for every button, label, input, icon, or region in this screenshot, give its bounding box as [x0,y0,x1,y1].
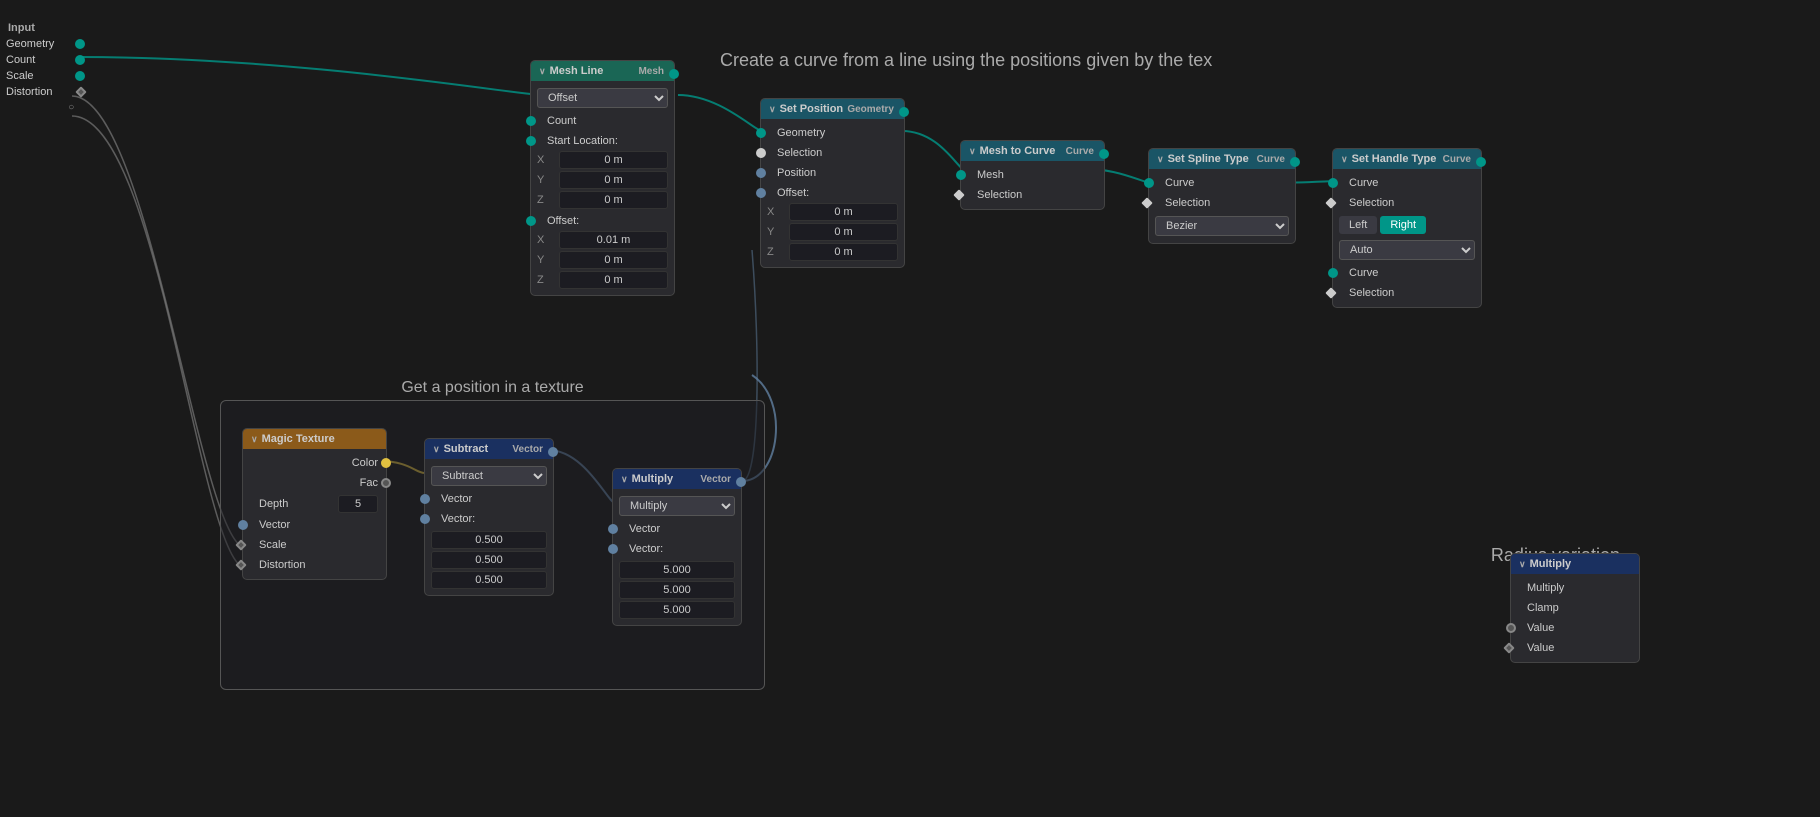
mul-z-field[interactable]: 5.000 [619,601,735,619]
mul-x-field[interactable]: 5.000 [619,561,735,579]
off-y-field[interactable]: 0 m [559,251,668,269]
subtract-dropdown[interactable]: Subtract [431,466,547,486]
spline-type-dropdown[interactable]: Bezier [1155,216,1289,236]
group-box-label: Get a position in a texture [401,379,583,397]
set-position-node: ∨ Set Position Geometry Geometry Selecti… [760,98,905,268]
sp-y-field[interactable]: 0 m [789,223,898,241]
sp-z-field[interactable]: 0 m [789,243,898,261]
subtract-node: ∨ Subtract Vector Subtract Vector Vector… [424,438,554,596]
offset-label-row: Offset: [531,211,674,231]
set-spline-header: ∨ Set Spline Type Curve [1149,149,1295,169]
sl-y-field[interactable]: 0 m [559,171,668,189]
multiply-header: ∨ Multiply Vector [613,469,741,489]
top-comment: Create a curve from a line using the pos… [720,50,1212,71]
off-x-field[interactable]: 0.01 m [559,231,668,249]
mesh-line-out-socket [669,69,679,79]
multiply-right-node: ∨ Multiply Multiply Clamp Value Value [1510,553,1640,663]
scale-out-socket [75,71,85,81]
multiply-dropdown[interactable]: Multiply [619,496,735,516]
off-z-field[interactable]: 0 m [559,271,668,289]
mesh-line-header: ∨ Mesh Line Mesh [531,61,674,81]
set-pos-out-socket [899,107,909,117]
start-location-label-row: Start Location: [531,131,674,151]
color-out-socket [381,458,391,468]
handle-right-button[interactable]: Right [1380,216,1426,234]
subtract-out-socket [548,447,558,457]
mesh-to-curve-node: ∨ Mesh to Curve Curve Mesh Selection [960,140,1105,210]
sp-x-field[interactable]: 0 m [789,203,898,221]
depth-field[interactable]: 5 [338,495,378,513]
magic-texture-node: ∨ Magic Texture Color Fac Depth 5 Vector… [242,428,387,580]
multiply-node: ∨ Multiply Vector Multiply Vector Vector… [612,468,742,626]
multiply-right-header: ∨ Multiply [1511,554,1639,574]
mesh-line-count-row: Count [531,111,674,131]
fac-out-socket [381,478,391,488]
handle-out-socket [1476,157,1486,167]
handle-left-button[interactable]: Left [1339,216,1377,234]
magic-header: ∨ Magic Texture [243,429,386,449]
input-geometry-row: Geometry [0,36,80,52]
multiply-out-socket [736,477,746,487]
sub-y-field[interactable]: 0.500 [431,551,547,569]
handle-type-dropdown[interactable]: Auto [1339,240,1475,260]
mesh-line-node: ∨ Mesh Line Mesh Offset Count Start Loca… [530,60,675,296]
set-handle-header: ∨ Set Handle Type Curve [1333,149,1481,169]
sl-x-field[interactable]: 0 m [559,151,668,169]
set-spline-type-node: ∨ Set Spline Type Curve Curve Selection … [1148,148,1296,244]
sub-z-field[interactable]: 0.500 [431,571,547,589]
sl-z-field[interactable]: 0 m [559,191,668,209]
spline-out-socket [1290,157,1300,167]
m2c-out-socket [1099,149,1109,159]
input-node: Input Geometry Count Scale Distortion ○ [0,20,80,115]
mul-y-field[interactable]: 5.000 [619,581,735,599]
count-in-socket [526,116,536,126]
subtract-header: ∨ Subtract Vector [425,439,553,459]
geometry-out-socket [75,39,85,49]
sub-x-field[interactable]: 0.500 [431,531,547,549]
input-scale-row: Scale [0,68,80,84]
input-distortion-row: Distortion [0,84,80,100]
mesh-line-dropdown[interactable]: Offset [537,88,668,108]
input-node-label: Input [0,20,80,36]
count-out-socket [75,55,85,65]
mesh-to-curve-header: ∨ Mesh to Curve Curve [961,141,1104,161]
input-count-row: Count [0,52,80,68]
set-position-header: ∨ Set Position Geometry [761,99,904,119]
set-handle-type-node: ∨ Set Handle Type Curve Curve Selection … [1332,148,1482,308]
distortion-out-socket [76,86,87,97]
